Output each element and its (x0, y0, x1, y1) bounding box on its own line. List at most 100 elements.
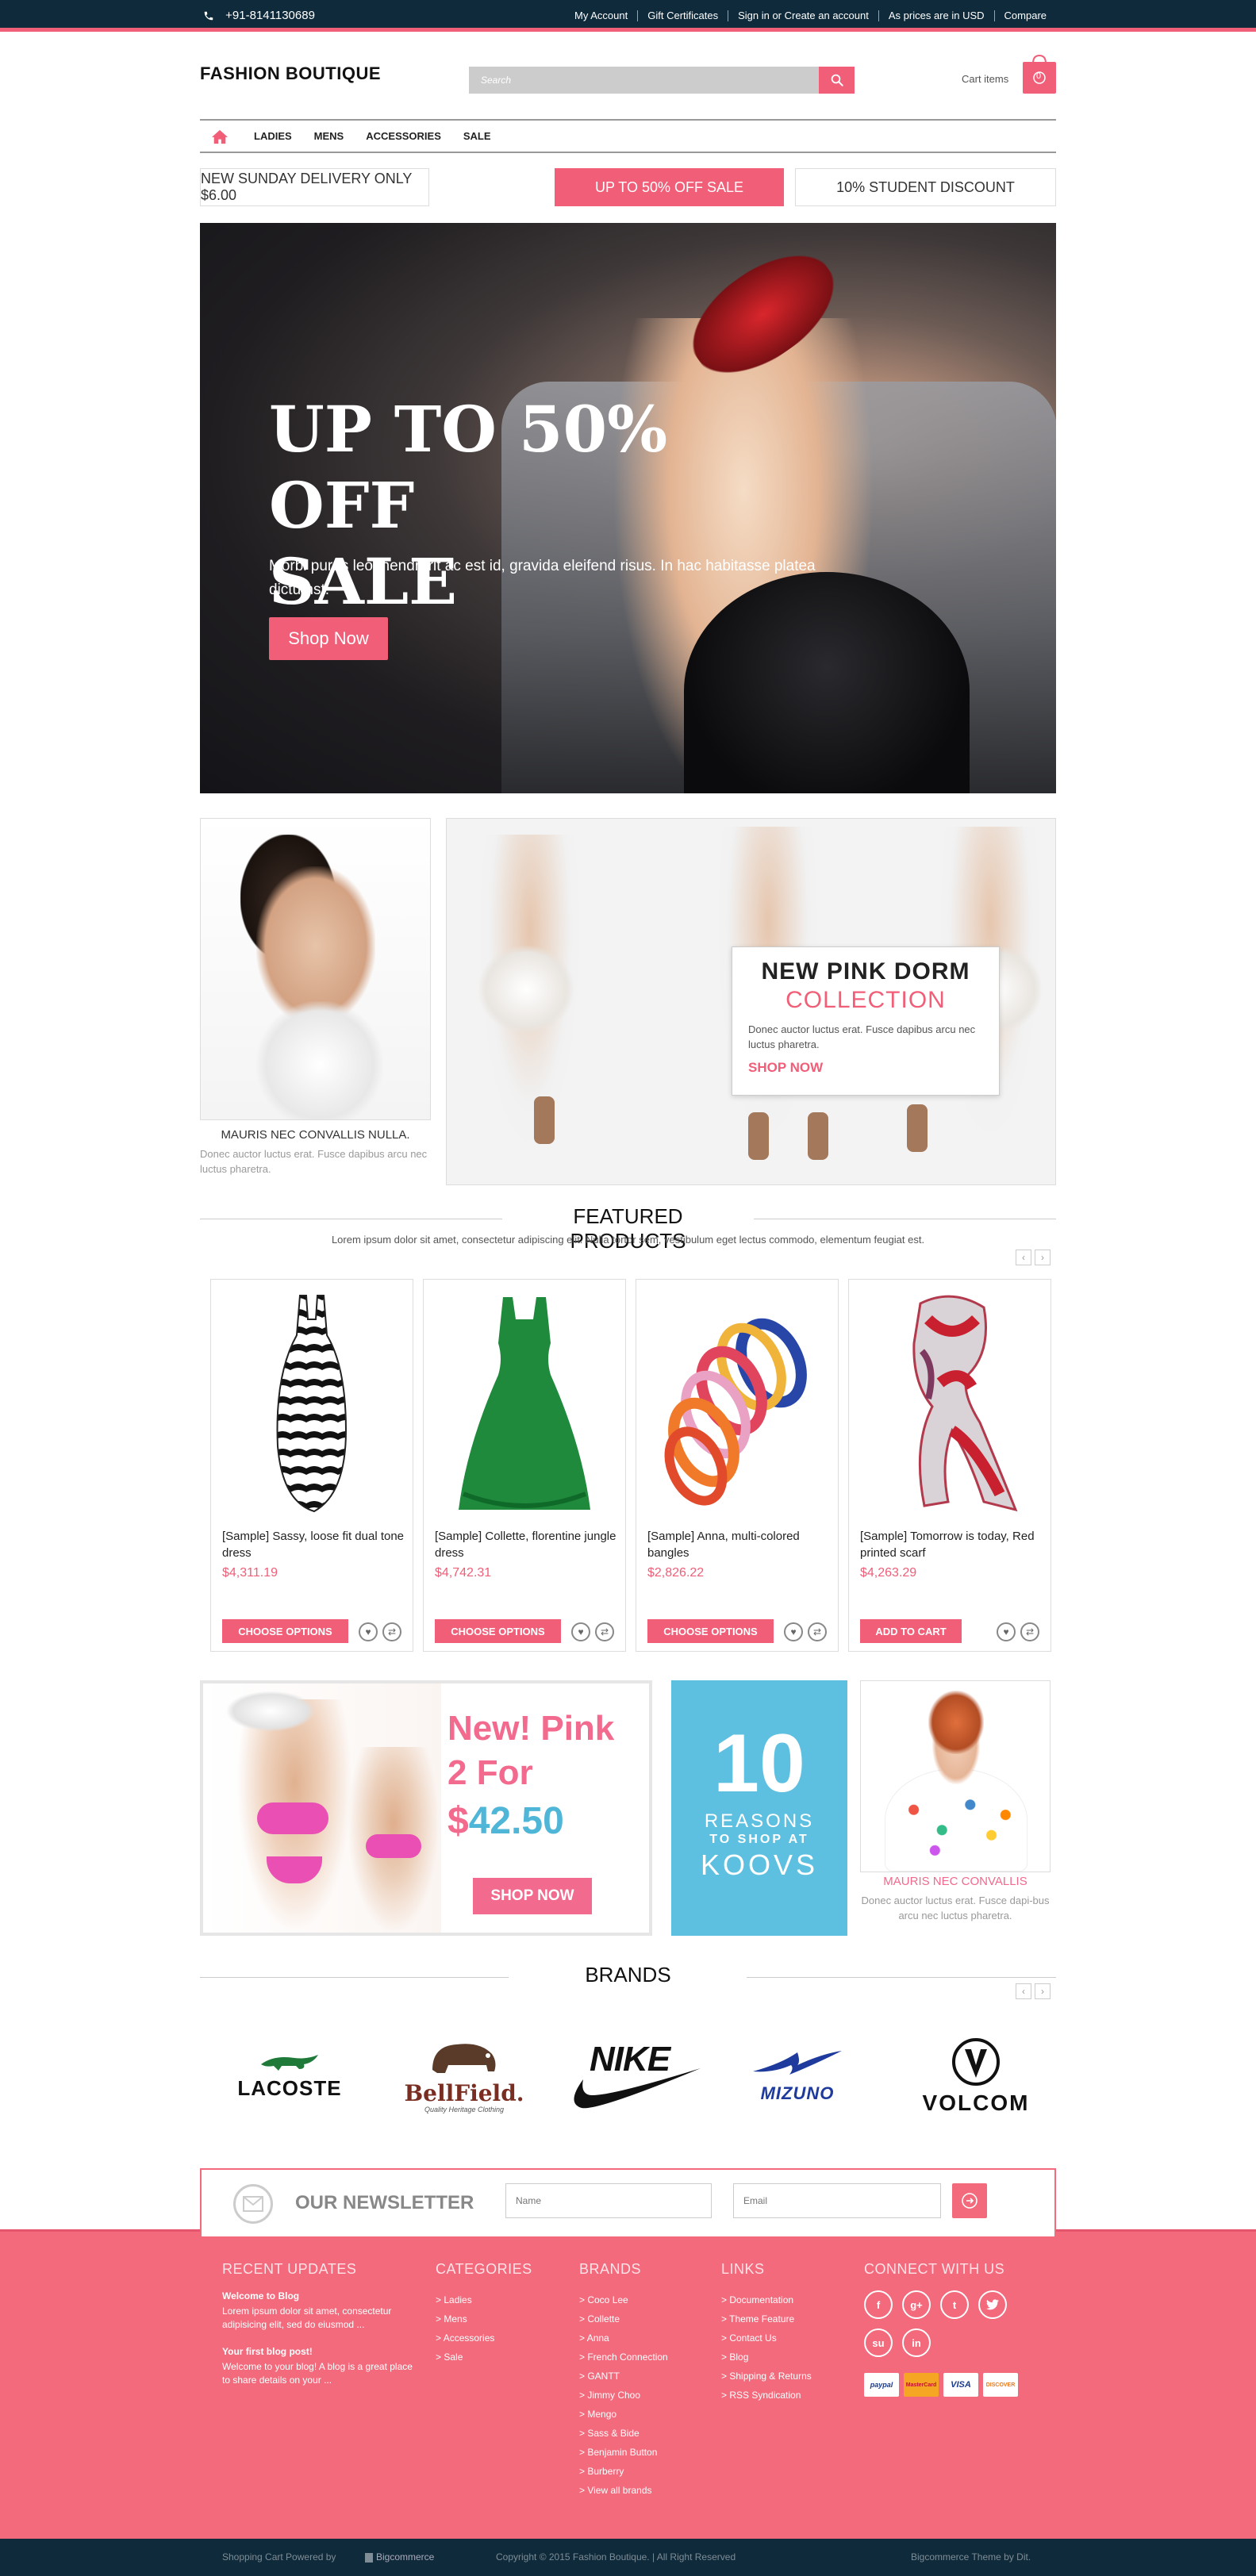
girl-caption[interactable]: MAURIS NEC CONVALLIS (860, 1875, 1051, 1888)
footer-link[interactable]: Anna (579, 2328, 668, 2348)
brand-bellfield[interactable]: BellField. Quality Heritage Clothing (397, 2028, 532, 2123)
compare-icon[interactable]: ⇄ (595, 1622, 614, 1641)
choose-options-button[interactable]: CHOOSE OPTIONS (647, 1619, 774, 1643)
product-image-bangles[interactable] (652, 1288, 822, 1518)
brand-volcom[interactable]: VOLCOM (905, 2028, 1047, 2123)
footer-link[interactable]: Sass & Bide (579, 2424, 668, 2443)
footer-link[interactable]: View all brands (579, 2481, 668, 2500)
choose-options-button[interactable]: CHOOSE OPTIONS (222, 1619, 348, 1643)
twitter-icon[interactable] (978, 2290, 1007, 2319)
compare-icon[interactable]: ⇄ (1020, 1622, 1039, 1641)
product-name[interactable]: [Sample] Anna, multi-colored bangles (647, 1528, 830, 1561)
footer-link[interactable]: Sale (436, 2348, 532, 2367)
add-to-cart-button[interactable]: ADD TO CART (860, 1619, 962, 1643)
gift-certificates-link[interactable]: Gift Certificates (637, 10, 728, 21)
footer-link[interactable]: Contact Us (721, 2328, 812, 2348)
footer-link[interactable]: GANTT (579, 2367, 668, 2386)
theme-credit-text[interactable]: Bigcommerce Theme by Dit. (911, 2551, 1031, 2563)
promo-sale[interactable]: UP TO 50% OFF SALE (555, 168, 784, 206)
my-account-link[interactable]: My Account (565, 10, 637, 21)
bigcommerce-logo[interactable]: Bigcommerce (365, 2551, 434, 2563)
nav-sale[interactable]: SALE (463, 130, 491, 142)
facebook-icon[interactable]: f (864, 2290, 893, 2319)
product-image-green-dress[interactable] (440, 1288, 609, 1518)
newsletter-submit-button[interactable] (952, 2183, 987, 2218)
product-name[interactable]: [Sample] Sassy, loose fit dual tone dres… (222, 1528, 405, 1561)
footer-link[interactable]: RSS Syndication (721, 2386, 812, 2405)
product-card[interactable]: [Sample] Collette, florentine jungle dre… (423, 1279, 626, 1652)
nav-accessories[interactable]: ACCESSORIES (366, 130, 441, 142)
product-card[interactable]: [Sample] Anna, multi-colored bangles $2,… (636, 1279, 839, 1652)
compare-icon[interactable]: ⇄ (808, 1622, 827, 1641)
footer-link[interactable]: Shipping & Returns (721, 2367, 811, 2386)
girl-dress-image[interactable] (860, 1680, 1051, 1872)
brand-lacoste[interactable]: LACOSTE (222, 2028, 357, 2123)
footer-link[interactable]: Burberry (579, 2462, 668, 2481)
wishlist-heart-icon[interactable]: ♥ (571, 1622, 590, 1641)
google-plus-icon[interactable]: g+ (902, 2290, 931, 2319)
newsletter-name-input[interactable] (505, 2183, 712, 2218)
newsletter-email-input[interactable] (733, 2183, 941, 2218)
product-card[interactable]: [Sample] Tomorrow is today, Red printed … (848, 1279, 1051, 1652)
reasons-promo[interactable]: 10 REASONS TO SHOP AT KOOVS (671, 1680, 847, 1936)
footer-link[interactable]: Benjamin Button (579, 2443, 668, 2462)
wishlist-heart-icon[interactable]: ♥ (359, 1622, 378, 1641)
next-arrow-icon[interactable]: › (1035, 1250, 1051, 1265)
footer-link[interactable]: Accessories (436, 2328, 532, 2348)
banner-left-caption[interactable]: MAURIS NEC CONVALLIS NULLA. (200, 1128, 431, 1142)
home-icon[interactable] (208, 125, 232, 148)
footer-link[interactable]: Theme Feature (721, 2309, 812, 2328)
footer-link[interactable]: Coco Lee (579, 2290, 668, 2309)
footer-link[interactable]: Collette (579, 2309, 668, 2328)
promo-shop-now-button[interactable]: SHOP NOW (473, 1878, 592, 1914)
nav-ladies[interactable]: LADIES (254, 130, 292, 142)
product-image-striped-dress[interactable] (227, 1288, 397, 1518)
wishlist-heart-icon[interactable]: ♥ (997, 1622, 1016, 1641)
choose-options-button[interactable]: CHOOSE OPTIONS (435, 1619, 561, 1643)
site-logo[interactable]: FASHION BOUTIQUE (200, 63, 381, 84)
top-bar: +91-8141130689 My Account Gift Certifica… (0, 0, 1256, 32)
sign-in-link[interactable]: Sign in or Create an account (728, 10, 878, 21)
promo-delivery[interactable]: NEW SUNDAY DELIVERY ONLY $6.00 (200, 168, 429, 206)
prev-arrow-icon[interactable]: ‹ (1016, 1983, 1031, 1999)
brand-nike[interactable]: NIKE (562, 2028, 705, 2123)
promo-student-discount[interactable]: 10% STUDENT DISCOUNT (795, 168, 1056, 206)
compare-link[interactable]: Compare (993, 10, 1056, 21)
blog-post-title[interactable]: Your first blog post! (222, 2346, 413, 2357)
footer-link[interactable]: Ladies (436, 2290, 532, 2309)
main-nav: LADIES MENS ACCESSORIES SALE (200, 119, 1056, 153)
nav-mens[interactable]: MENS (314, 130, 344, 142)
wishlist-heart-icon[interactable]: ♥ (784, 1622, 803, 1641)
footer-link[interactable]: Mens (436, 2309, 532, 2328)
product-image-red-scarf[interactable] (865, 1288, 1035, 1518)
brand-mizuno[interactable]: MIZUNO (738, 2028, 857, 2123)
compare-icon[interactable]: ⇄ (382, 1622, 401, 1641)
search-button[interactable] (819, 67, 855, 94)
collection-shop-now-link[interactable]: SHOP NOW (748, 1060, 983, 1076)
footer-link[interactable]: Mengo (579, 2405, 668, 2424)
hero-shop-now-button[interactable]: Shop Now (269, 617, 388, 660)
cart-label[interactable]: Cart items (962, 73, 1008, 85)
stumbleupon-icon[interactable]: su (864, 2328, 893, 2357)
promo-price: $42.50 (447, 1799, 564, 1843)
product-card[interactable]: [Sample] Sassy, loose fit dual tone dres… (210, 1279, 413, 1652)
linkedin-icon[interactable]: in (902, 2328, 931, 2357)
cart-bag-icon[interactable]: 0 (1022, 52, 1057, 95)
prev-arrow-icon[interactable]: ‹ (1016, 1250, 1031, 1265)
search-input[interactable] (469, 67, 818, 94)
model-dress (256, 1001, 383, 1119)
footer-link[interactable]: Blog (721, 2348, 812, 2367)
banner-left-image[interactable] (200, 818, 431, 1120)
footer-brands: BRANDS Coco Lee Collette Anna French Con… (579, 2261, 668, 2500)
blog-post-title[interactable]: Welcome to Blog (222, 2290, 413, 2302)
footer-link[interactable]: Jimmy Choo (579, 2386, 668, 2405)
tumblr-icon[interactable]: t (940, 2290, 969, 2319)
banner-right[interactable]: NEW PINK DORM COLLECTION Donec auctor lu… (446, 818, 1056, 1185)
next-arrow-icon[interactable]: › (1035, 1983, 1051, 1999)
product-name[interactable]: [Sample] Tomorrow is today, Red printed … (860, 1528, 1043, 1561)
footer-link[interactable]: Documentation (721, 2290, 812, 2309)
volcom-text: VOLCOM (922, 2090, 1030, 2115)
footer-link[interactable]: French Connection (579, 2348, 667, 2367)
product-name[interactable]: [Sample] Collette, florentine jungle dre… (435, 1528, 617, 1561)
pink-bikini-promo[interactable]: New! Pink 2 For $42.50 SHOP NOW (200, 1680, 652, 1936)
